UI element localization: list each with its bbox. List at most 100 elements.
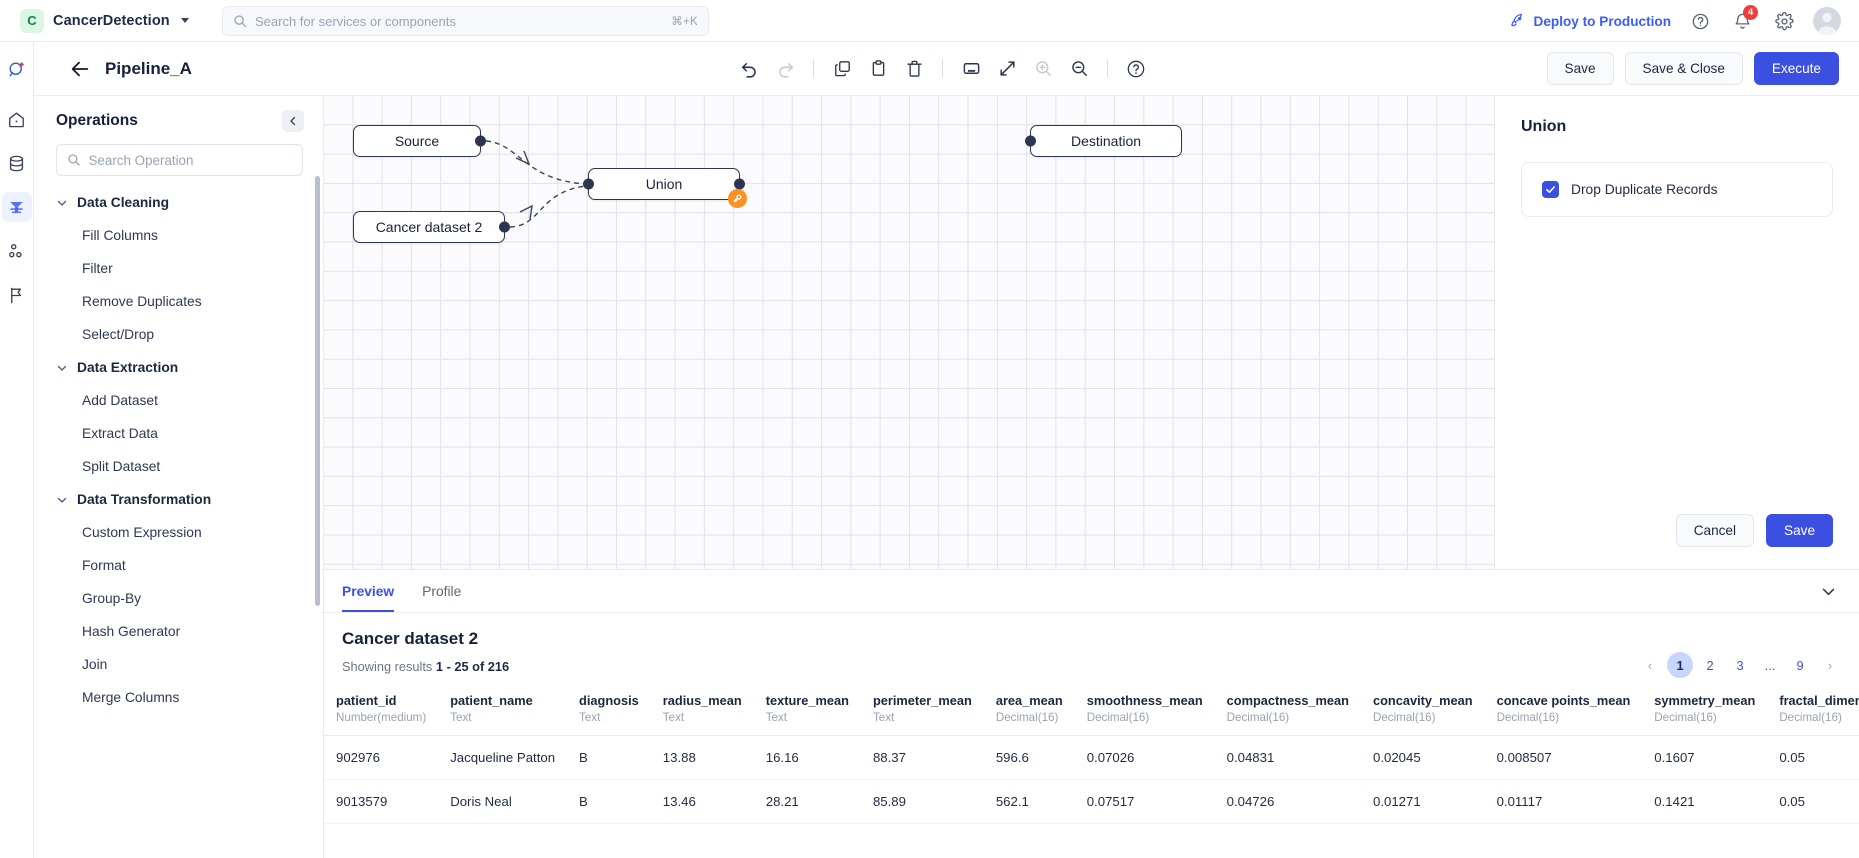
pagination-page-1[interactable]: 1 [1667,652,1693,678]
table-column-header[interactable]: perimeter_mean Text [860,684,984,736]
undo-button[interactable] [734,54,764,84]
operation-item-hash-generator[interactable]: Hash Generator [34,615,323,648]
sidebar-item-models[interactable] [2,236,32,266]
table-column-header[interactable]: texture_mean Text [753,684,861,736]
pagination-page-2[interactable]: 2 [1697,652,1723,678]
deploy-to-production-button[interactable]: Deploy to Production [1510,13,1671,29]
delete-button[interactable] [899,54,929,84]
operation-item-merge-columns[interactable]: Merge Columns [34,681,323,714]
drop-duplicates-checkbox[interactable] [1542,181,1559,198]
operations-group-data-extraction[interactable]: Data Extraction [34,351,323,384]
canvas-node-destination[interactable]: Destination [1025,125,1182,157]
sidebar-item-home[interactable] [2,104,32,134]
execute-button[interactable]: Execute [1753,52,1839,85]
operation-item-add-dataset[interactable]: Add Dataset [34,384,323,417]
table-column-header[interactable]: concavity_mean Decimal(16) [1360,684,1485,736]
table-cell: 0.07517 [1074,779,1215,824]
operation-item-format[interactable]: Format [34,549,323,582]
table-column-header[interactable]: concave points_mean Decimal(16) [1484,684,1643,736]
tab-profile[interactable]: Profile [422,584,461,612]
sidebar-item-pipelines[interactable] [1,192,32,222]
table-column-header[interactable]: radius_mean Text [650,684,754,736]
node-output-port[interactable] [734,178,745,190]
save-button[interactable]: Save [1546,52,1614,85]
search-operation-input[interactable] [88,152,292,168]
pagination-page-9[interactable]: 9 [1787,652,1813,678]
preview-table-wrapper[interactable]: patient_id Number(medium) patient_name Text… [324,684,1859,858]
drop-duplicates-row[interactable]: Drop Duplicate Records [1542,181,1812,198]
collapse-preview-button[interactable] [1820,583,1837,605]
brand-selector[interactable]: C CancerDetection [0,8,189,33]
save-and-close-button[interactable]: Save & Close [1624,52,1743,85]
zoom-out-button[interactable] [1064,54,1094,84]
node-label: Source [394,133,440,149]
node-output-port[interactable] [475,135,486,147]
back-button[interactable] [69,58,91,80]
canvas-node-cancer-dataset-2[interactable]: Cancer dataset 2 [353,211,510,243]
table-column-header[interactable]: area_mean Decimal(16) [983,684,1075,736]
canvas-help-button[interactable] [1121,54,1151,84]
pagination-next-button[interactable]: › [1817,652,1843,678]
operation-item-filter[interactable]: Filter [34,252,323,285]
operations-group-data-cleaning[interactable]: Data Cleaning [34,186,323,219]
table-cell: 0.01271 [1360,779,1485,824]
table-cell: 9013579 [324,779,439,824]
top-bar: C CancerDetection ⌘+K Deploy to Producti… [0,0,1859,42]
operation-item-fill-columns[interactable]: Fill Columns [34,219,323,252]
cancel-button[interactable]: Cancel [1675,514,1755,547]
paste-button[interactable] [863,54,893,84]
operation-item-extract-data[interactable]: Extract Data [34,417,323,450]
pagination-prev-button[interactable]: ‹ [1637,652,1663,678]
app-logo-icon[interactable] [2,54,32,84]
table-column-header[interactable]: symmetry_mean Decimal(16) [1642,684,1768,736]
node-output-port[interactable] [499,221,510,233]
search-input[interactable] [255,13,664,29]
tab-preview[interactable]: Preview [342,584,395,612]
operation-item-join[interactable]: Join [34,648,323,681]
node-config-panel: Union Drop Duplicate Records Cancel Save [1494,96,1859,569]
global-search[interactable]: ⌘+K [222,6,709,36]
fit-screen-button[interactable] [956,54,986,84]
operation-item-group-by[interactable]: Group-By [34,582,323,615]
table-column-header[interactable]: patient_id Number(medium) [324,684,439,736]
collapse-sidebar-button[interactable] [282,110,304,132]
canvas-node-union[interactable]: Union [583,168,747,208]
operation-item-remove-duplicates[interactable]: Remove Duplicates [34,285,323,318]
table-column-header[interactable]: fractal_dimension_mean Decimal(16) [1767,684,1859,736]
redo-button[interactable] [770,54,800,84]
table-column-header[interactable]: compactness_mean Decimal(16) [1214,684,1361,736]
config-save-button[interactable]: Save [1766,514,1833,547]
table-cell: 16.16 [753,735,861,780]
copy-button[interactable] [827,54,857,84]
notifications-button[interactable]: 4 [1729,5,1758,34]
table-row[interactable]: 9013579 Doris Neal B 13.46 28.21 85.89 562.1 0.… [324,779,1859,824]
node-input-port[interactable] [1025,135,1036,147]
search-icon [68,154,80,166]
zoom-in-button[interactable] [1028,54,1058,84]
help-button[interactable] [1687,8,1713,34]
sidebar-item-flags[interactable] [2,280,32,310]
app-root: C CancerDetection ⌘+K Deploy to Producti… [0,0,1859,858]
operations-scrollbar[interactable] [315,176,320,606]
table-column-header[interactable]: patient_name Text [438,684,568,736]
operation-item-split-dataset[interactable]: Split Dataset [34,450,323,483]
pipeline-canvas[interactable]: Source Cancer dataset 2 Union Destination [324,96,1494,569]
chevron-down-icon[interactable] [180,18,189,23]
node-input-port[interactable] [583,178,594,190]
expand-button[interactable] [992,54,1022,84]
table-row[interactable]: 902976 Jacqueline Patton B 13.88 16.16 88.37 5… [324,735,1859,780]
table-column-header[interactable]: diagnosis Text [567,684,651,736]
node-configure-badge[interactable] [728,189,747,208]
column-name: area_mean [995,693,1063,708]
operation-item-select-drop[interactable]: Select/Drop [34,318,323,351]
operation-search[interactable] [56,144,303,176]
operations-group-data-transformation[interactable]: Data Transformation [34,483,323,516]
settings-button[interactable] [1771,8,1797,34]
table-column-header[interactable]: smoothness_mean Decimal(16) [1074,684,1215,736]
operation-item-custom-expression[interactable]: Custom Expression [34,516,323,549]
user-avatar[interactable] [1813,7,1841,35]
pagination-page-3[interactable]: 3 [1727,652,1753,678]
sidebar-item-datasets[interactable] [2,148,32,178]
column-type: Decimal(16) [1226,711,1290,724]
canvas-node-source[interactable]: Source [353,125,486,157]
